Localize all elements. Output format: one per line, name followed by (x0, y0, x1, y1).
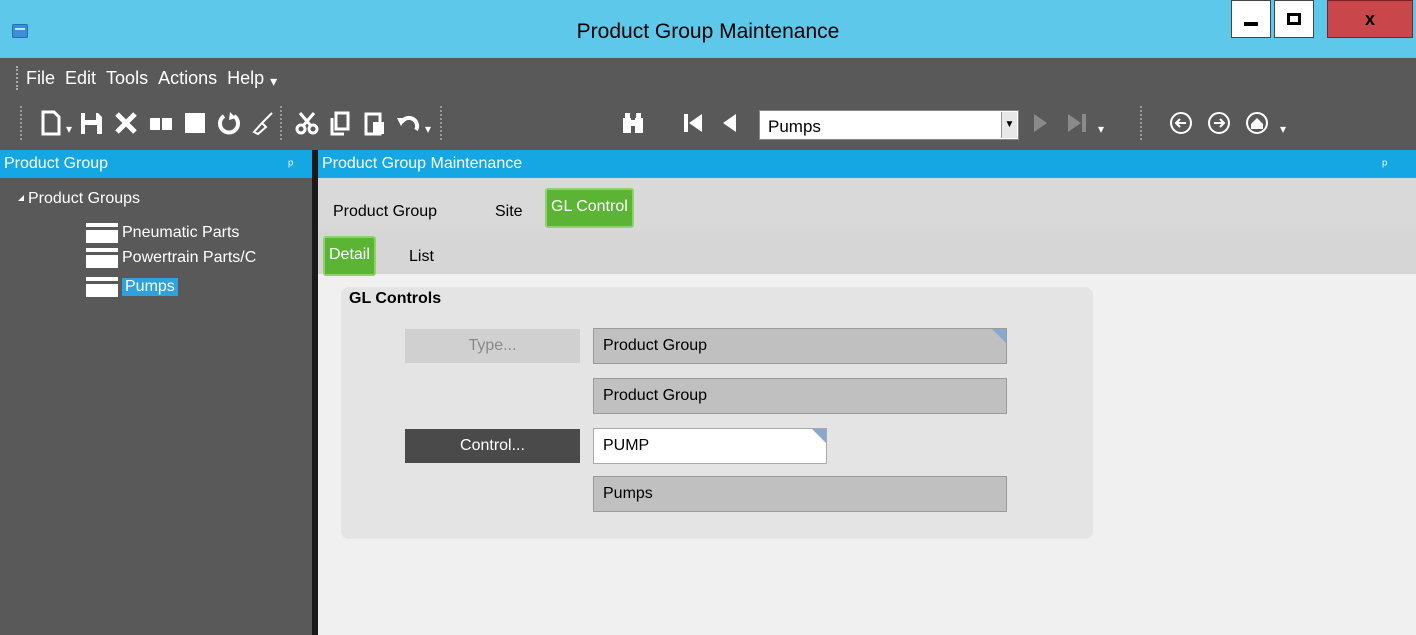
control-button[interactable]: Control... (405, 429, 580, 463)
window-title: Product Group Maintenance (576, 20, 840, 43)
toolbar-grip[interactable] (20, 106, 22, 140)
tree-item-label: Pumps (122, 278, 178, 296)
type-button[interactable]: Type... (405, 329, 580, 363)
tab-detail[interactable]: Detail (323, 236, 376, 276)
copy-icon[interactable] (328, 110, 354, 136)
record-selector-combobox[interactable]: Pumps (759, 110, 1019, 140)
tree-item-label: Pneumatic Parts (122, 224, 240, 241)
tree-root-label[interactable]: Product Groups (28, 190, 140, 208)
record-selector-value: Pumps (768, 117, 821, 136)
tree-item-pneumatic-parts[interactable]: Pneumatic Parts (86, 222, 239, 244)
close-button[interactable]: x (1327, 0, 1413, 38)
tree-item-powertrain-parts[interactable]: Powertrain Parts/C (86, 247, 256, 269)
cut-icon[interactable] (294, 110, 320, 136)
field-corner-icon (992, 329, 1006, 343)
type-description-field: Product Group (593, 378, 1007, 414)
control-description-value: Pumps (603, 485, 653, 502)
menu-overflow-icon[interactable]: ▾ (270, 73, 277, 90)
group-title: GL Controls (349, 290, 442, 307)
main-panel-header: Product Group Maintenance ᵖ (318, 150, 1416, 178)
next-record-icon[interactable] (1028, 110, 1054, 136)
control-field[interactable]: PUMP (593, 428, 827, 464)
subtab-bar (318, 230, 1416, 274)
save-icon[interactable] (78, 110, 104, 136)
previous-record-icon[interactable] (716, 110, 742, 136)
folder-icon (86, 223, 118, 243)
tree-expand-icon[interactable] (18, 195, 24, 201)
undo-dropdown-icon[interactable]: ▾ (425, 122, 431, 136)
folder-icon (86, 277, 118, 297)
menu-file[interactable]: File (26, 68, 55, 89)
book-icon[interactable] (148, 110, 174, 136)
toolbar-overflow-icon[interactable]: ▾ (1280, 122, 1286, 136)
tab-product-group[interactable]: Product Group (333, 203, 437, 221)
refresh-icon[interactable] (216, 110, 242, 136)
left-panel-title: Product Group (4, 155, 109, 172)
minimize-icon (1244, 22, 1258, 26)
home-icon[interactable] (1244, 110, 1270, 136)
maximize-icon (1287, 13, 1301, 25)
tab-gl-control[interactable]: GL Control (545, 188, 634, 228)
menu-bar: File Edit Tools Actions Help ▾ (0, 58, 1416, 98)
pin-icon[interactable]: ᵖ (288, 150, 293, 178)
menu-grip[interactable] (16, 66, 18, 90)
back-icon[interactable] (1168, 110, 1194, 136)
forward-icon[interactable] (1206, 110, 1232, 136)
chevron-down-icon[interactable]: ▼ (1001, 112, 1017, 138)
tab-bar (318, 178, 1416, 230)
toolbar: ▾ ▾ ▾ ▾ (0, 98, 1416, 150)
menu-help[interactable]: Help (227, 68, 264, 89)
type-field[interactable]: Product Group (593, 328, 1007, 364)
type-description-value: Product Group (603, 387, 708, 404)
toolbar-separator (440, 106, 442, 140)
type-field-value: Product Group (603, 337, 708, 354)
new-icon[interactable] (38, 110, 64, 136)
folder-icon (86, 248, 118, 268)
last-record-icon[interactable] (1064, 110, 1090, 136)
title-bar: Product Group Maintenance x (0, 0, 1416, 58)
left-panel-header: Product Group ᵖ (0, 150, 312, 178)
new-dropdown-icon[interactable]: ▾ (66, 122, 72, 136)
undo-icon[interactable] (396, 110, 422, 136)
stop-icon[interactable] (182, 110, 208, 136)
main-panel-title: Product Group Maintenance (322, 155, 523, 172)
menu-edit[interactable]: Edit (65, 68, 96, 89)
tree-item-label: Powertrain Parts/C (122, 249, 257, 266)
toolbar-separator (280, 106, 282, 140)
menu-tools[interactable]: Tools (106, 68, 148, 89)
clear-icon[interactable] (250, 110, 276, 136)
control-description-field: Pumps (593, 476, 1007, 512)
delete-icon[interactable] (113, 110, 139, 136)
maximize-button[interactable] (1274, 0, 1314, 38)
binoculars-icon[interactable] (620, 110, 646, 136)
tab-list[interactable]: List (409, 248, 434, 266)
paste-icon[interactable] (362, 110, 388, 136)
control-field-value: PUMP (603, 437, 650, 454)
toolbar-separator (1140, 106, 1142, 140)
tab-site[interactable]: Site (495, 203, 523, 221)
field-corner-icon (812, 429, 826, 443)
minimize-button[interactable] (1231, 0, 1271, 38)
nav-dropdown-icon[interactable]: ▾ (1098, 122, 1104, 136)
first-record-icon[interactable] (680, 110, 706, 136)
menu-actions[interactable]: Actions (158, 68, 217, 89)
tree-item-pumps[interactable]: Pumps (86, 276, 178, 298)
pin-icon[interactable]: ᵖ (1382, 150, 1387, 178)
